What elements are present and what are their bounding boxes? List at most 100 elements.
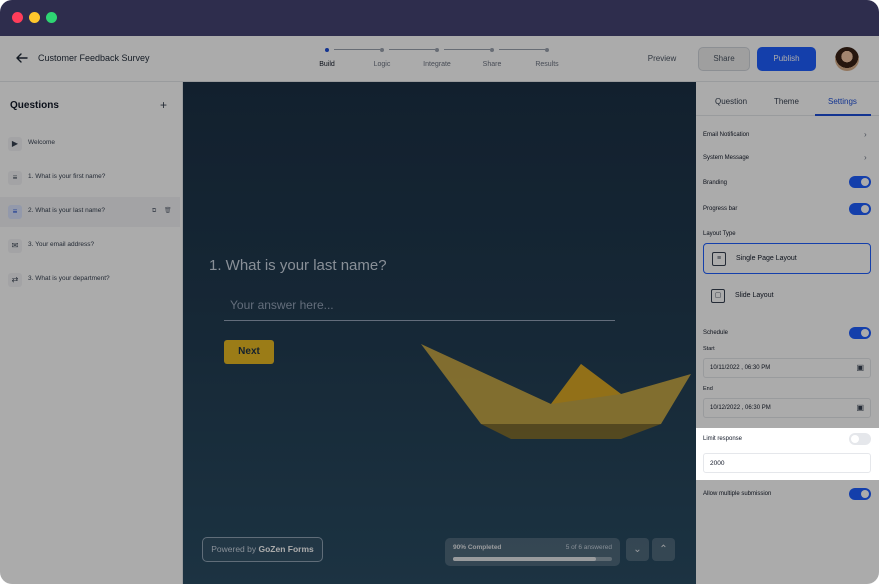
limit-response-toggle[interactable] xyxy=(849,433,871,445)
chevron-down-icon[interactable]: ⌄ xyxy=(626,538,649,561)
trash-icon[interactable]: 🗑 xyxy=(164,208,172,214)
arrow-left-icon[interactable] xyxy=(14,50,30,66)
step-build[interactable]: Build xyxy=(307,46,347,68)
answer-placeholder: Your answer here... xyxy=(230,298,334,312)
question-item-first-name[interactable]: ≡ 1. What is your first name? xyxy=(0,163,180,193)
layout-option-label: Single Page Layout xyxy=(736,255,797,262)
schedule-label: Schedule xyxy=(703,330,729,336)
editor-header: Customer Feedback Survey Build Logic Int… xyxy=(0,36,879,82)
video-icon: ▶ xyxy=(8,137,22,151)
single-page-layout-option[interactable]: ≡ Single Page Layout xyxy=(703,243,871,274)
step-label: Integrate xyxy=(423,61,451,68)
document-icon: ≡ xyxy=(712,252,726,266)
progress-indicator: 90% Completed 5 of 6 answered xyxy=(445,538,620,566)
question-actions: ⧉ 🗑 xyxy=(152,207,172,215)
share-button[interactable]: Share xyxy=(698,47,750,71)
short-text-icon: ≡ xyxy=(8,205,22,219)
maximize-window-button[interactable] xyxy=(46,12,57,23)
form-preview-canvas: 1. What is your last name? Your answer h… xyxy=(183,82,696,584)
duplicate-icon[interactable]: ⧉ xyxy=(152,208,156,214)
progress-label: 90% Completed xyxy=(453,544,502,551)
title-bar xyxy=(0,0,879,36)
question-title: 1. What is your last name? xyxy=(209,257,387,274)
step-navigation: Build Logic Integrate Share Results xyxy=(310,46,570,74)
allow-multiple-toggle[interactable] xyxy=(849,488,871,500)
chevron-right-icon[interactable]: › xyxy=(864,153,867,162)
step-dot xyxy=(325,48,329,52)
branding-label: Branding xyxy=(703,180,728,186)
answer-input[interactable]: Your answer here... xyxy=(224,294,615,321)
step-results[interactable]: Results xyxy=(527,46,567,68)
start-datetime-value: 10/11/2022 , 06:30 PM xyxy=(710,365,771,371)
questions-heading: Questions xyxy=(10,100,59,111)
powered-prefix: Powered by xyxy=(211,544,257,554)
app-window: Customer Feedback Survey Build Logic Int… xyxy=(0,0,879,584)
layout-type-label: Layout Type xyxy=(703,231,736,237)
calendar-icon[interactable]: ▣ xyxy=(856,363,864,372)
tab-settings[interactable]: Settings xyxy=(828,97,857,106)
step-share[interactable]: Share xyxy=(472,46,512,68)
question-label: Welcome xyxy=(28,139,55,146)
preview-button[interactable]: Preview xyxy=(640,48,684,70)
branding-toggle[interactable] xyxy=(849,176,871,188)
paper-boat-illustration xyxy=(421,344,691,439)
tab-theme[interactable]: Theme xyxy=(774,97,799,106)
email-icon: ✉ xyxy=(8,239,22,253)
question-item-email[interactable]: ✉ 3. Your email address? xyxy=(0,231,180,261)
limit-response-label: Limit response xyxy=(703,436,743,442)
limit-response-value: 2000 xyxy=(710,460,725,467)
question-label: 3. What is your department? xyxy=(28,275,110,282)
calendar-icon[interactable]: ▣ xyxy=(856,403,864,412)
start-label: Start xyxy=(703,346,715,352)
question-item-last-name[interactable]: ≡ 2. What is your last name? ⧉ 🗑 xyxy=(0,197,180,227)
progress-bar-toggle[interactable] xyxy=(849,203,871,215)
start-datetime-input[interactable]: 10/11/2022 , 06:30 PM ▣ xyxy=(703,358,871,378)
end-datetime-value: 10/12/2022 , 06:30 PM xyxy=(710,405,771,411)
step-dot xyxy=(490,48,494,52)
step-dot xyxy=(380,48,384,52)
chevron-up-icon[interactable]: ⌃ xyxy=(652,538,675,561)
progress-fill xyxy=(453,557,597,561)
dropdown-icon: ⇄ xyxy=(8,273,22,287)
question-item-department[interactable]: ⇄ 3. What is your department? xyxy=(0,265,180,295)
question-label: 2. What is your last name? xyxy=(28,207,105,214)
end-datetime-input[interactable]: 10/12/2022 , 06:30 PM ▣ xyxy=(703,398,871,418)
form-title: Customer Feedback Survey xyxy=(38,53,150,63)
limit-response-input[interactable]: 2000 xyxy=(703,453,871,473)
powered-by-badge[interactable]: Powered by GoZen Forms xyxy=(202,537,323,562)
close-window-button[interactable] xyxy=(12,12,23,23)
slide-layout-option[interactable]: ▢ Slide Layout xyxy=(703,281,871,312)
email-notification-label[interactable]: Email Notification xyxy=(703,132,749,138)
step-label: Results xyxy=(535,61,559,68)
active-tab-indicator xyxy=(815,114,871,116)
chevron-right-icon[interactable]: › xyxy=(864,130,867,139)
end-label: End xyxy=(703,386,713,392)
question-label: 1. What is your first name? xyxy=(28,173,106,180)
progress-track xyxy=(453,557,612,561)
slides-icon: ▢ xyxy=(711,289,725,303)
plus-icon[interactable]: + xyxy=(160,98,167,112)
system-message-label[interactable]: System Message xyxy=(703,155,749,161)
schedule-toggle[interactable] xyxy=(849,327,871,339)
tab-question[interactable]: Question xyxy=(715,97,747,106)
progress-bar-label: Progress bar xyxy=(703,206,738,212)
step-integrate[interactable]: Integrate xyxy=(417,46,457,68)
step-dot xyxy=(435,48,439,52)
questions-panel: Questions + ▶ Welcome ≡ 1. What is your … xyxy=(0,82,183,584)
question-label: 3. Your email address? xyxy=(28,241,95,248)
step-logic[interactable]: Logic xyxy=(362,46,402,68)
step-dot xyxy=(545,48,549,52)
publish-button[interactable]: Publish xyxy=(757,47,816,71)
minimize-window-button[interactable] xyxy=(29,12,40,23)
settings-panel: Question Theme Settings Email Notificati… xyxy=(696,82,879,584)
step-label: Share xyxy=(482,61,502,68)
layout-option-label: Slide Layout xyxy=(735,292,774,299)
next-button[interactable]: Next xyxy=(224,340,274,364)
allow-multiple-label: Allow multiple submission xyxy=(703,491,772,497)
short-text-icon: ≡ xyxy=(8,171,22,185)
step-label: Logic xyxy=(373,61,391,68)
avatar[interactable] xyxy=(835,47,859,71)
progress-count: 5 of 6 answered xyxy=(565,544,612,551)
question-item-welcome[interactable]: ▶ Welcome xyxy=(0,129,180,159)
powered-brand: GoZen Forms xyxy=(258,544,314,554)
